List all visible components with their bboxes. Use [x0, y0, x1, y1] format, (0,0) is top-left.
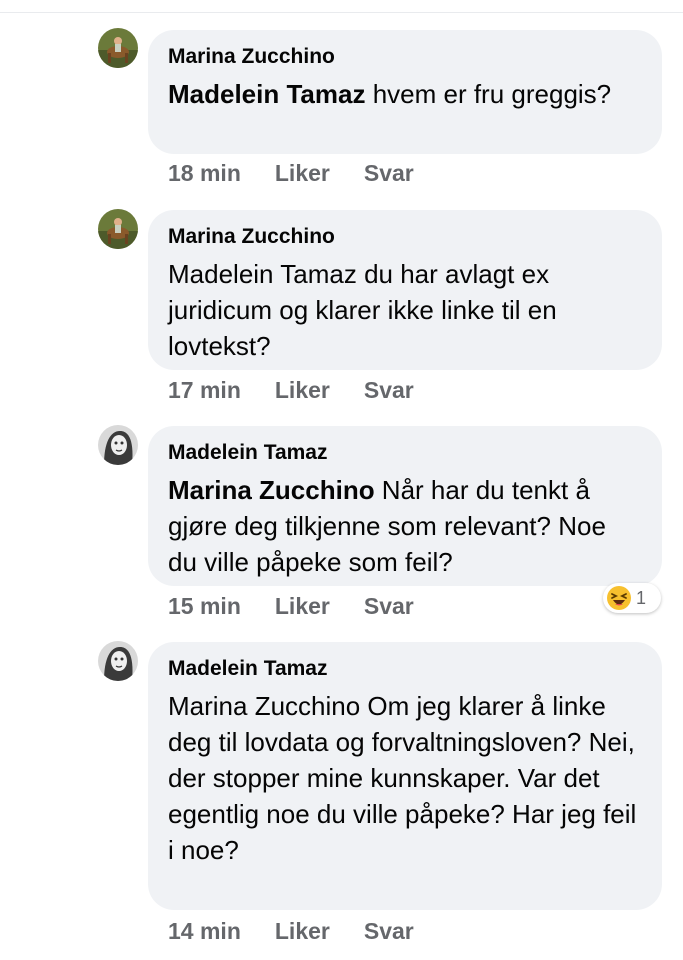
- reply-button[interactable]: Svar: [364, 160, 414, 187]
- like-button[interactable]: Liker: [275, 377, 330, 404]
- comment-timestamp[interactable]: 14 min: [168, 918, 241, 945]
- avatar[interactable]: [98, 425, 138, 465]
- comment-text: Marina Zucchino Når har du tenkt å gjøre…: [168, 475, 606, 577]
- reaction-count: 1: [636, 587, 647, 608]
- mention-link[interactable]: Marina Zucchino: [168, 475, 375, 505]
- avatar-horse-rider-icon: [98, 28, 138, 68]
- top-divider: [0, 12, 683, 13]
- reaction-badge[interactable]: 1: [603, 583, 661, 613]
- comment-timestamp[interactable]: 18 min: [168, 160, 241, 187]
- avatar[interactable]: [98, 209, 138, 249]
- comment-text: Madelein Tamaz du har avlagt ex juridicu…: [168, 259, 557, 361]
- comment-text: Marina Zucchino Om jeg klarer å linke de…: [168, 691, 637, 865]
- comment-author[interactable]: Madelein Tamaz: [168, 656, 642, 682]
- like-button[interactable]: Liker: [275, 160, 330, 187]
- comment-actions: 15 min Liker Svar: [168, 591, 414, 621]
- comment-author[interactable]: Marina Zucchino: [168, 224, 642, 250]
- comment-bubble: Madelein Tamaz Marina Zucchino Når har d…: [148, 426, 662, 586]
- comment-timestamp[interactable]: 15 min: [168, 593, 241, 620]
- comment-timestamp[interactable]: 17 min: [168, 377, 241, 404]
- reply-button[interactable]: Svar: [364, 377, 414, 404]
- avatar-woman-sketch-icon: [98, 641, 138, 681]
- comment-actions: 18 min Liker Svar: [168, 158, 414, 188]
- mention-link[interactable]: Madelein Tamaz: [168, 79, 365, 109]
- reply-button[interactable]: Svar: [364, 593, 414, 620]
- avatar[interactable]: [98, 28, 138, 68]
- avatar-woman-sketch-icon: [98, 425, 138, 465]
- like-button[interactable]: Liker: [275, 593, 330, 620]
- like-button[interactable]: Liker: [275, 918, 330, 945]
- laughing-emoji-icon: [607, 586, 631, 610]
- comment-actions: 17 min Liker Svar: [168, 375, 414, 405]
- avatar[interactable]: [98, 641, 138, 681]
- comment-bubble: Madelein Tamaz Marina Zucchino Om jeg kl…: [148, 642, 662, 910]
- comment-bubble: Marina Zucchino Madelein Tamaz du har av…: [148, 210, 662, 370]
- avatar-horse-rider-icon: [98, 209, 138, 249]
- reply-button[interactable]: Svar: [364, 918, 414, 945]
- comment-author[interactable]: Marina Zucchino: [168, 44, 642, 70]
- comment-actions: 14 min Liker Svar: [168, 916, 414, 946]
- comment-bubble: Marina Zucchino Madelein Tamaz hvem er f…: [148, 30, 662, 154]
- comment-text: Madelein Tamaz hvem er fru greggis?: [168, 79, 612, 109]
- comment-author[interactable]: Madelein Tamaz: [168, 440, 642, 466]
